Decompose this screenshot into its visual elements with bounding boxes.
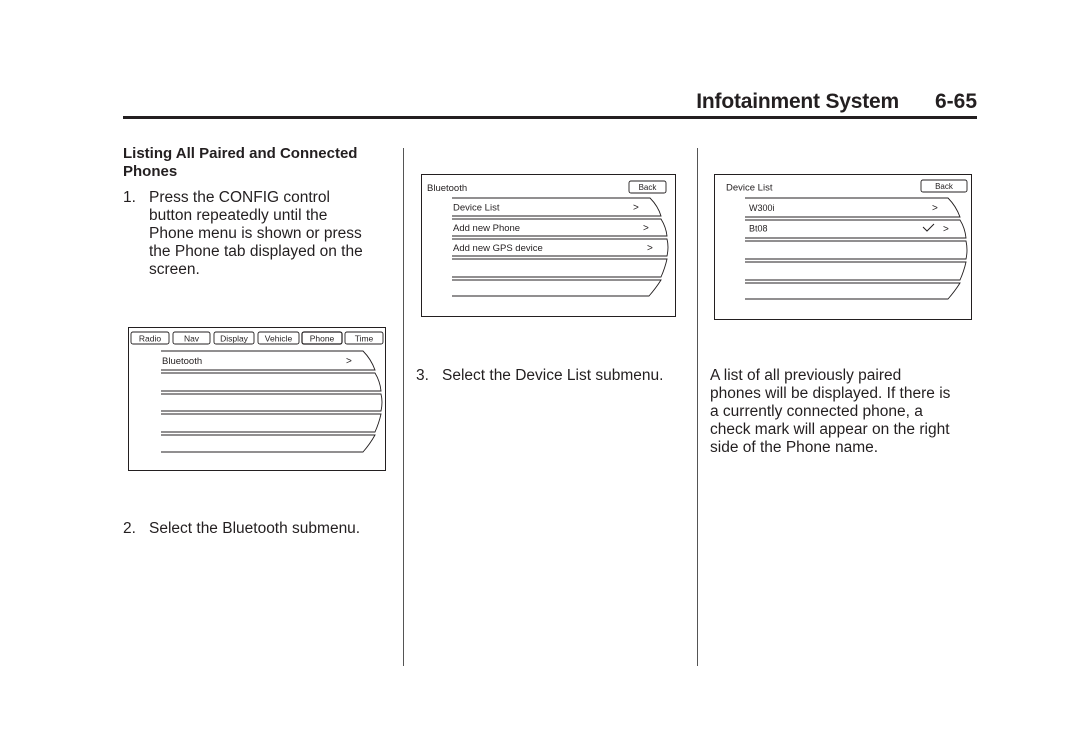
step-1-line: screen. [149, 261, 200, 278]
description-line: check mark will appear on the right [710, 421, 950, 438]
tab-label: Vehicle [265, 334, 293, 344]
chevron-right-icon: > [943, 224, 949, 235]
device-name: W300i [749, 203, 775, 213]
menu-item-label: Add new GPS device [453, 243, 543, 254]
screen-frame [128, 327, 386, 471]
tab-label: Phone [310, 334, 335, 344]
tab-label: Time [355, 334, 374, 344]
page-header: Infotainment System 6-65 [123, 90, 977, 116]
chevron-right-icon: > [346, 356, 352, 367]
description-line: phones will be displayed. If there is [710, 385, 951, 402]
step-text: Select the Device List submenu. [442, 367, 664, 384]
chevron-right-icon: > [633, 203, 639, 214]
step-number: 2. [123, 520, 136, 537]
tab-label: Nav [184, 334, 200, 344]
step-number: 1. [123, 189, 136, 206]
device-list-screen-illustration: Device List Back W300i > Bt08 > [714, 174, 972, 320]
header-rule [123, 116, 977, 119]
tab-nav[interactable]: Nav [172, 331, 211, 345]
step-number: 3. [416, 367, 429, 384]
tab-phone[interactable]: Phone [301, 331, 343, 345]
description-line: side of the Phone name. [710, 439, 879, 456]
screen-title: Device List [726, 183, 773, 194]
config-screen-illustration: Radio Nav Display Vehicle Phone Time Blu… [128, 327, 386, 471]
back-button-label: Back [639, 183, 658, 192]
section-heading: Listing All Paired and Connected Phones [123, 145, 358, 180]
tab-vehicle[interactable]: Vehicle [257, 331, 300, 345]
section-title: Infotainment System [696, 90, 899, 113]
step-1-line: Phone menu is shown or press [149, 225, 362, 242]
menu-item-label: Device List [453, 203, 500, 214]
back-button[interactable]: Back [628, 180, 667, 194]
tab-display[interactable]: Display [213, 331, 255, 345]
column-divider [403, 148, 404, 666]
description-line: A list of all previously paired [710, 367, 902, 384]
back-button-label: Back [935, 182, 954, 191]
screen-frame [714, 174, 972, 320]
tab-label: Display [220, 334, 249, 344]
bluetooth-screen-illustration: Bluetooth Back Device List > Add new Pho… [421, 174, 676, 317]
device-list-description: A list of all previously paired phones w… [710, 367, 985, 457]
menu-item-label: Add new Phone [453, 223, 520, 234]
menu-item-label: Bluetooth [162, 356, 202, 367]
chevron-right-icon: > [932, 203, 938, 214]
device-name: Bt08 [749, 224, 768, 234]
tab-radio[interactable]: Radio [130, 331, 170, 345]
step-1-line: button repeatedly until the [149, 207, 328, 224]
tab-label: Radio [139, 334, 161, 344]
step-1-line: the Phone tab displayed on the [149, 243, 363, 260]
back-button[interactable]: Back [920, 179, 968, 193]
tab-time[interactable]: Time [344, 331, 384, 345]
chevron-right-icon: > [647, 243, 653, 254]
step-1-line: Press the CONFIG control [149, 189, 330, 206]
step-text: Select the Bluetooth submenu. [149, 520, 361, 537]
column-divider [697, 148, 698, 666]
page-number: 6-65 [934, 90, 977, 113]
screen-title: Bluetooth [427, 183, 467, 194]
description-line: a currently connected phone, a [710, 403, 923, 420]
chevron-right-icon: > [643, 223, 649, 234]
